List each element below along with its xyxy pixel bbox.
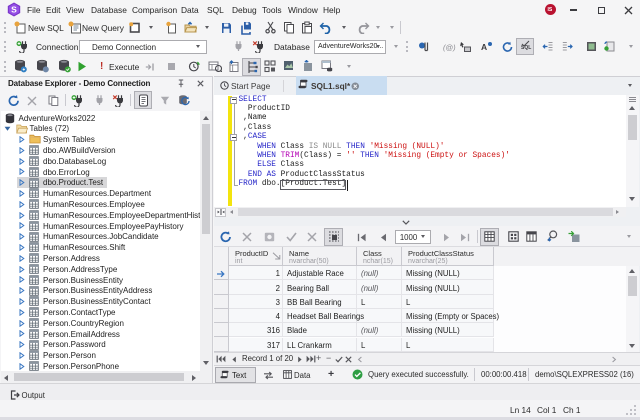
svg-text:S: S	[11, 5, 17, 15]
